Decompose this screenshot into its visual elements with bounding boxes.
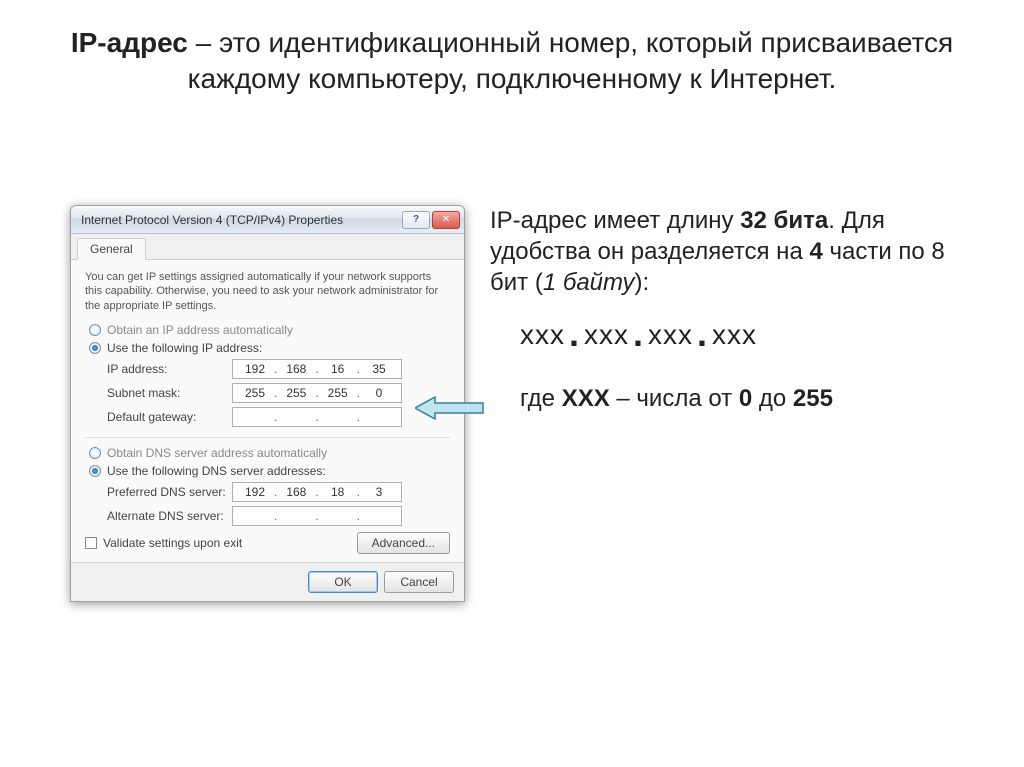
subnet-mask-input[interactable]: 255. 255. 255. 0	[232, 383, 402, 403]
preferred-dns-input[interactable]: 192. 168. 18. 3	[232, 482, 402, 502]
label-ip: IP address:	[107, 362, 232, 376]
radio-label: Obtain DNS server address automatically	[107, 446, 327, 460]
advanced-button[interactable]: Advanced...	[357, 532, 450, 554]
separator	[85, 437, 450, 438]
row-default-gateway: Default gateway: . . .	[107, 407, 450, 427]
radio-obtain-dns-auto: Obtain DNS server address automatically	[89, 446, 450, 460]
close-button[interactable]: ✕	[432, 211, 460, 229]
radio-icon	[89, 465, 101, 477]
title-term: IP-адрес	[71, 27, 188, 58]
panel-general: You can get IP settings assigned automat…	[71, 260, 464, 562]
radio-icon	[89, 324, 101, 336]
explanation-text: IP-адрес имеет длину 32 бита. Для удобст…	[490, 205, 970, 414]
radio-icon	[89, 342, 101, 354]
label-pref-dns: Preferred DNS server:	[107, 485, 232, 499]
cancel-button[interactable]: Cancel	[384, 571, 454, 593]
radio-label: Use the following IP address:	[107, 341, 262, 355]
title-rest: – это идентификационный номер, который п…	[188, 27, 954, 94]
description-text: You can get IP settings assigned automat…	[85, 270, 450, 313]
tabstrip: General	[71, 234, 464, 260]
row-preferred-dns: Preferred DNS server: 192. 168. 18. 3	[107, 482, 450, 502]
radio-use-following-ip[interactable]: Use the following IP address:	[89, 341, 450, 355]
ip-address-input[interactable]: 192. 168. 16. 35	[232, 359, 402, 379]
row-ip-address: IP address: 192. 168. 16. 35	[107, 359, 450, 379]
validate-label: Validate settings upon exit	[103, 536, 242, 550]
ipv4-properties-dialog: Internet Protocol Version 4 (TCP/IPv4) P…	[70, 205, 465, 602]
help-button[interactable]: ?	[402, 211, 430, 229]
radio-use-following-dns[interactable]: Use the following DNS server addresses:	[89, 464, 450, 478]
row-alternate-dns: Alternate DNS server: . . .	[107, 506, 450, 526]
label-alt-dns: Alternate DNS server:	[107, 509, 232, 523]
explanation-paragraph: IP-адрес имеет длину 32 бита. Для удобст…	[490, 205, 970, 299]
radio-label: Use the following DNS server addresses:	[107, 464, 326, 478]
row-subnet-mask: Subnet mask: 255. 255. 255. 0	[107, 383, 450, 403]
default-gateway-input[interactable]: . . .	[232, 407, 402, 427]
ok-button[interactable]: OK	[308, 571, 378, 593]
radio-obtain-ip-auto[interactable]: Obtain an IP address automatically	[89, 323, 450, 337]
ip-format: xxx.xxx.xxx.xxx	[520, 317, 970, 353]
label-mask: Subnet mask:	[107, 386, 232, 400]
dialog-wrapper: Internet Protocol Version 4 (TCP/IPv4) P…	[70, 205, 470, 602]
radio-label: Obtain an IP address automatically	[107, 323, 293, 337]
left-arrow-icon	[415, 395, 485, 421]
window-buttons: ? ✕	[402, 211, 460, 229]
radio-icon	[89, 447, 101, 459]
alternate-dns-input[interactable]: . . .	[232, 506, 402, 526]
tab-general[interactable]: General	[77, 238, 146, 260]
label-gateway: Default gateway:	[107, 410, 232, 424]
window-title: Internet Protocol Version 4 (TCP/IPv4) P…	[81, 213, 402, 227]
slide-title: IP-адрес – это идентификационный номер, …	[0, 0, 1024, 108]
dialog-footer: OK Cancel	[71, 562, 464, 601]
range-note: где XXX – числа от 0 до 255	[520, 383, 970, 414]
checkbox-icon	[85, 537, 97, 549]
arrow-annotation	[415, 395, 485, 421]
titlebar: Internet Protocol Version 4 (TCP/IPv4) P…	[71, 206, 464, 234]
